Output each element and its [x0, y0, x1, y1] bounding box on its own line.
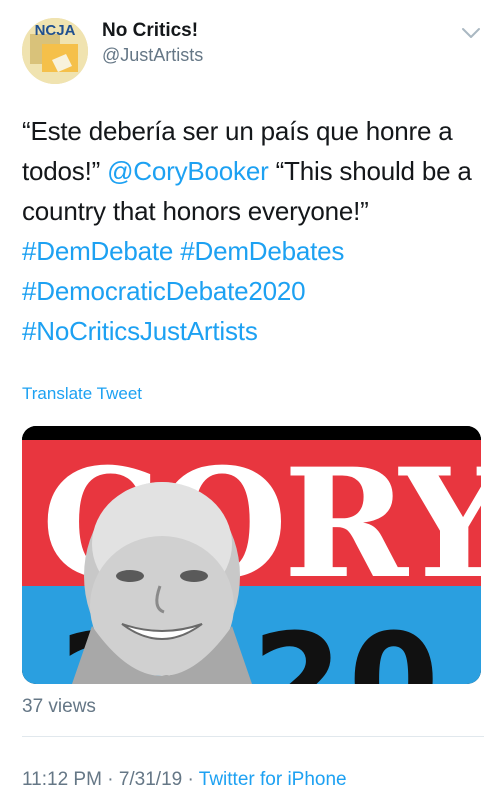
meta-separator-1: · [101, 769, 119, 790]
meta-separator-2: · [182, 769, 199, 790]
translate-tweet-link[interactable]: Translate Tweet [22, 384, 142, 404]
mention-link[interactable]: @CoryBooker [107, 156, 269, 186]
tweet-text: “Este debería ser un país que honre a to… [22, 111, 492, 351]
view-count: 37 views [22, 696, 96, 717]
divider [22, 736, 484, 737]
tweet-media-video[interactable]: CORY 2020 [22, 426, 481, 684]
hashtag-link[interactable]: #DemDebates [180, 236, 344, 266]
hashtag-link[interactable]: #DemocraticDebate2020 [22, 276, 306, 306]
avatar-logo-image: NCJA [22, 18, 88, 84]
tweet-time: 11:12 PM [22, 769, 102, 790]
tweet-date: 7/31/19 [118, 769, 183, 790]
hashtag-link[interactable]: #NoCriticsJustArtists [22, 316, 258, 346]
tweet-timestamp: 11:12 PM · 7/31/19 · Twitter for iPhone [22, 769, 347, 791]
display-name[interactable]: No Critics! [102, 20, 198, 42]
profile-avatar[interactable]: NCJA [22, 18, 88, 84]
user-handle[interactable]: @JustArtists [102, 45, 203, 66]
tweet-source-link[interactable]: Twitter for iPhone [199, 769, 347, 790]
hashtag-link[interactable]: #DemDebate [22, 236, 173, 266]
svg-text:NCJA: NCJA [35, 22, 76, 39]
chevron-down-icon[interactable] [460, 26, 482, 40]
video-thumbnail: CORY 2020 [22, 426, 481, 684]
